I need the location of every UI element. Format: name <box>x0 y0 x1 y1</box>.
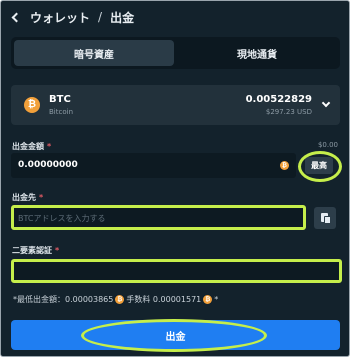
paste-icon-sheet <box>324 216 331 224</box>
highlight-circle <box>298 151 342 182</box>
twofa-label-text: 二要素認証 <box>12 246 52 255</box>
twofa-input[interactable] <box>11 259 342 283</box>
twofa-label: 二要素認証 * <box>12 245 59 256</box>
amount-label-text: 出金金額 <box>12 142 44 151</box>
fee-label: 手数料 <box>126 295 151 304</box>
fee-amount: 0.00001571 <box>152 295 202 304</box>
withdraw-panel: ウォレット / 出金 暗号資産 現地通貨 ₿ BTC Bitcoin 0.005… <box>0 0 350 357</box>
chevron-down-icon <box>321 98 331 108</box>
required-mark: * <box>55 246 60 255</box>
tab-fiat[interactable]: 現地通貨 <box>177 40 337 66</box>
paste-button[interactable] <box>314 207 336 229</box>
min-amount: 0.00003865 <box>65 295 114 304</box>
breadcrumb-wallet-link[interactable]: ウォレット <box>30 9 90 26</box>
breadcrumb: ウォレット / 出金 <box>11 7 135 27</box>
bitcoin-icon: ₿ <box>280 161 289 170</box>
bitcoin-icon: ₿ <box>115 295 125 304</box>
page-title: 出金 <box>110 10 135 25</box>
amount-label: 出金金額 * <box>12 141 51 152</box>
address-input[interactable] <box>18 211 298 226</box>
tab-crypto[interactable]: 暗号資産 <box>14 40 174 66</box>
asset-selector[interactable]: ₿ BTC Bitcoin 0.00522829 $297.23 USD <box>11 85 340 125</box>
bitcoin-icon: ₿ <box>24 97 40 113</box>
breadcrumb-separator: / <box>98 10 103 24</box>
available-amount: $0.00 <box>317 141 338 149</box>
asset-balance-usd: $297.23 USD <box>265 108 312 116</box>
address-label-text: 出金先 <box>12 193 36 202</box>
asset-symbol: BTC <box>49 94 71 105</box>
note-suffix: * <box>214 295 219 304</box>
asset-name: Bitcoin <box>49 108 74 116</box>
asset-balance: 0.00522829 <box>245 94 312 105</box>
address-field[interactable] <box>11 205 306 230</box>
required-mark: * <box>39 193 44 202</box>
bitcoin-icon: ₿ <box>203 295 213 304</box>
amount-input[interactable]: 0.00000000 ₿ <box>11 153 296 178</box>
tab-bar: 暗号資産 現地通貨 <box>11 37 340 69</box>
fee-note: *最低出金額： 0.00003865 ₿ 手数料 0.00001571 ₿ * <box>13 294 218 305</box>
back-chevron-icon[interactable] <box>11 12 22 22</box>
note-prefix: *最低出金額： <box>13 295 65 304</box>
highlight-circle <box>81 319 267 352</box>
address-label: 出金先 * <box>12 192 43 203</box>
amount-value[interactable]: 0.00000000 <box>18 160 78 170</box>
required-mark: * <box>47 142 52 151</box>
